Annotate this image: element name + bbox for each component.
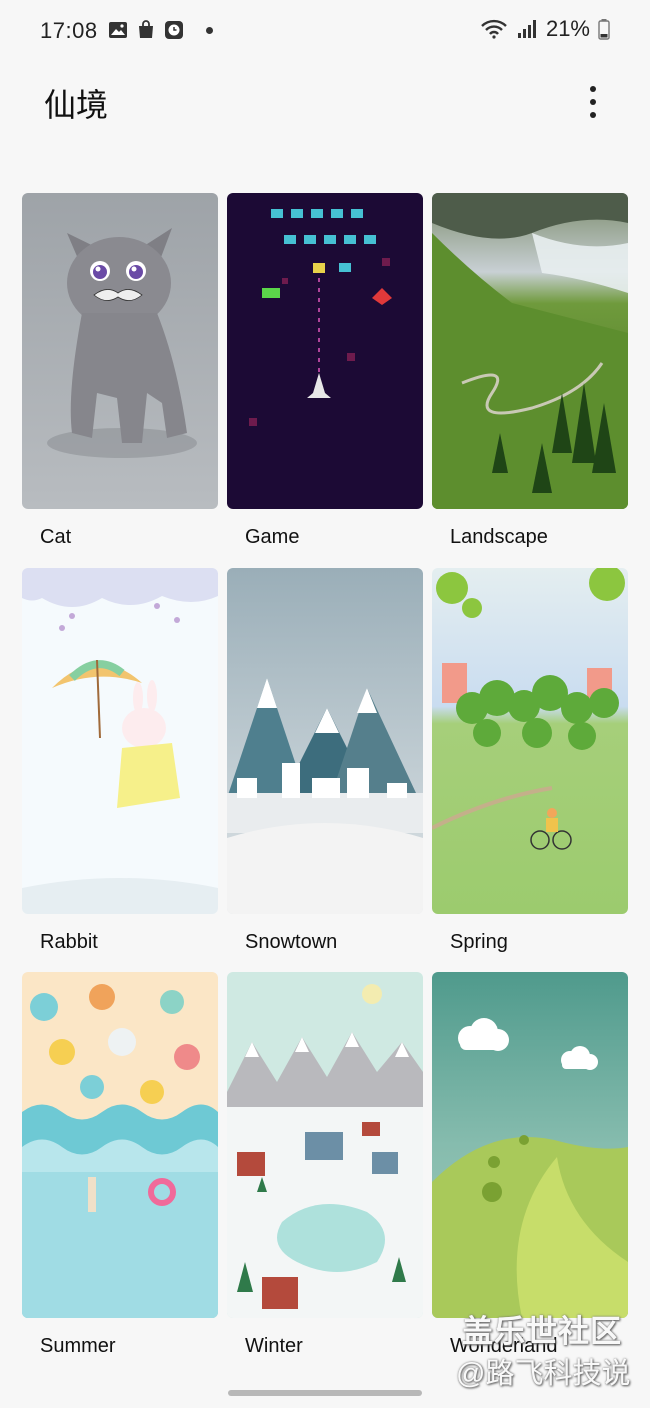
- theme-thumbnail-rabbit: [22, 568, 218, 914]
- watermark: 盖乐世社区 @路飞科技说: [450, 1306, 650, 1396]
- theme-card-snowtown[interactable]: Snowtown: [227, 568, 423, 954]
- theme-card-spring[interactable]: Spring: [432, 568, 628, 954]
- dot-icon: [206, 26, 213, 34]
- theme-card-winter[interactable]: Winter: [227, 972, 423, 1358]
- theme-label-winter: Winter: [245, 1335, 303, 1357]
- watermark-line2: @路飞科技说: [456, 1358, 631, 1390]
- page-title: 仙境: [44, 87, 109, 123]
- gallery-icon: [109, 22, 127, 38]
- theme-thumbnail-cat: [22, 193, 218, 509]
- screen: 17:08 21% 仙境 Cat Game Landscape Rabbit S…: [0, 0, 650, 1408]
- theme-label-landscape: Landscape: [450, 526, 548, 548]
- theme-thumbnail-wonderland: [432, 972, 628, 1318]
- theme-card-summer[interactable]: Summer: [22, 972, 218, 1358]
- theme-card-cat[interactable]: Cat: [22, 193, 218, 549]
- theme-label-rabbit: Rabbit: [40, 931, 98, 953]
- more-vert-icon-dot: [590, 112, 596, 118]
- theme-thumbnail-game: [227, 193, 423, 509]
- theme-label-snowtown: Snowtown: [245, 931, 338, 953]
- theme-card-landscape[interactable]: Landscape: [432, 193, 628, 549]
- shopping-bag-icon: [139, 20, 153, 38]
- theme-thumbnail-summer: [22, 972, 218, 1318]
- wifi-icon: [481, 19, 507, 39]
- theme-thumbnail-winter: [227, 972, 423, 1318]
- theme-label-summer: Summer: [40, 1335, 116, 1357]
- theme-thumbnail-snowtown: [227, 568, 423, 914]
- theme-card-rabbit[interactable]: Rabbit: [22, 568, 218, 954]
- signal-icon: [517, 20, 536, 38]
- theme-thumbnail-spring: [432, 568, 628, 914]
- theme-thumbnail-landscape: [432, 193, 628, 509]
- more-vert-icon-dot: [590, 99, 596, 105]
- theme-card-wonderland[interactable]: Wonderland: [432, 972, 628, 1358]
- theme-card-game[interactable]: Game: [227, 193, 423, 549]
- theme-label-cat: Cat: [40, 526, 72, 548]
- status-right-icons: 21%: [480, 16, 610, 42]
- watermark-line1: 盖乐世社区: [462, 1314, 622, 1349]
- clock-app-icon: [165, 21, 183, 39]
- app-bar: 仙境: [0, 62, 650, 142]
- theme-label-spring: Spring: [450, 931, 508, 953]
- more-options-button[interactable]: [576, 82, 610, 122]
- home-indicator[interactable]: [228, 1390, 422, 1396]
- status-bar: 17:08 21%: [0, 0, 650, 62]
- more-vert-icon: [590, 86, 596, 92]
- battery-icon: [598, 19, 610, 40]
- theme-label-game: Game: [245, 526, 300, 548]
- status-time: 17:08: [40, 18, 98, 43]
- status-left-icons: [108, 20, 213, 40]
- battery-percent: 21%: [545, 16, 590, 41]
